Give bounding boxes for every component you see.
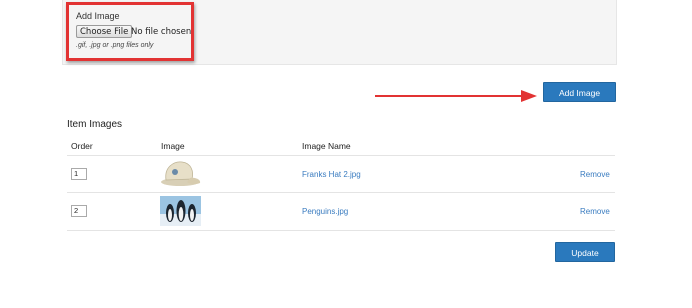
row-divider <box>67 230 615 231</box>
update-button[interactable]: Update <box>555 242 615 262</box>
remove-link[interactable]: Remove <box>580 207 610 216</box>
cap-thumbnail-icon <box>161 161 201 186</box>
penguins-thumbnail-icon <box>160 196 201 226</box>
choose-file-button[interactable]: Choose File <box>76 25 133 38</box>
image-name-link[interactable]: Penguins.jpg <box>302 207 348 216</box>
annotation-arrow-icon <box>375 90 537 102</box>
add-image-button[interactable]: Add Image <box>543 82 616 102</box>
item-images-title: Item Images <box>67 119 123 130</box>
file-status-text: No file chosen <box>131 27 192 37</box>
file-type-hint: .gif, .jpg or .png files only <box>76 42 154 49</box>
table-header-divider <box>67 155 615 156</box>
add-image-label: Add Image <box>76 11 120 21</box>
column-header-image-name: Image Name <box>302 141 351 151</box>
column-header-order: Order <box>71 141 93 151</box>
image-name-link[interactable]: Franks Hat 2.jpg <box>302 170 361 179</box>
row-divider <box>67 192 615 193</box>
order-input[interactable]: 1 <box>71 168 87 180</box>
column-header-image: Image <box>161 141 185 151</box>
remove-link[interactable]: Remove <box>580 170 610 179</box>
order-input[interactable]: 2 <box>71 205 87 217</box>
